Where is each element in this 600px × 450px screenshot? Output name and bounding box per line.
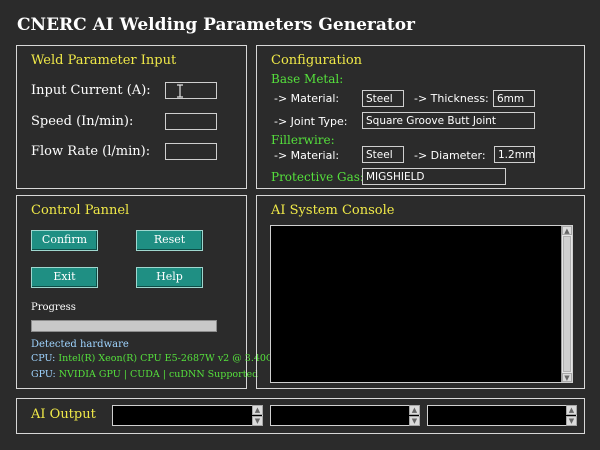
gpu-value: NVIDIA GPU | CUDA | cuDNN Supported bbox=[58, 369, 259, 380]
control-panel-title: Control Pannel bbox=[31, 203, 130, 218]
arrow-down-icon[interactable]: ▼ bbox=[252, 416, 263, 426]
arrow-up-icon[interactable]: ▲ bbox=[566, 405, 577, 415]
ai-output-field-2[interactable] bbox=[270, 405, 420, 426]
console-panel-title: AI System Console bbox=[271, 203, 395, 218]
help-button[interactable]: Help bbox=[136, 267, 203, 288]
ai-output-spinner-2[interactable]: ▲ ▼ bbox=[409, 405, 420, 426]
input-current-label: Input Current (A): bbox=[31, 83, 151, 98]
configuration-panel-title: Configuration bbox=[271, 53, 363, 68]
arrow-up-icon[interactable]: ▲ bbox=[252, 405, 263, 415]
input-current-field[interactable] bbox=[165, 82, 217, 99]
thickness-label: -> Thickness: bbox=[414, 92, 489, 105]
speed-field[interactable] bbox=[165, 113, 217, 130]
material-label: -> Material: bbox=[274, 92, 340, 105]
progress-label: Progress bbox=[31, 302, 76, 313]
material-field[interactable]: Steel bbox=[362, 90, 404, 107]
ai-output-field-1[interactable] bbox=[112, 405, 263, 426]
cpu-value: Intel(R) Xeon(R) CPU E5-2687W v2 @ 3.40G… bbox=[58, 353, 287, 364]
arrow-down-icon[interactable]: ▼ bbox=[562, 373, 572, 382]
console-output[interactable] bbox=[270, 225, 573, 383]
arrow-up-icon[interactable]: ▲ bbox=[409, 405, 420, 415]
joint-type-field[interactable]: Square Groove Butt Joint bbox=[362, 112, 535, 129]
flow-rate-field[interactable] bbox=[165, 143, 217, 160]
ai-output-title: AI Output bbox=[31, 407, 96, 422]
speed-label: Speed (In/min): bbox=[31, 114, 134, 129]
ibeam-cursor-icon bbox=[175, 83, 185, 98]
flow-rate-label: Flow Rate (l/min): bbox=[31, 144, 151, 159]
filler-material-label: -> Material: bbox=[274, 149, 340, 162]
diameter-field[interactable]: 1.2mm bbox=[494, 146, 535, 163]
reset-button[interactable]: Reset bbox=[136, 230, 203, 251]
console-scrollbar[interactable]: ▲ ▼ bbox=[561, 226, 572, 382]
confirm-button[interactable]: Confirm bbox=[31, 230, 98, 251]
arrow-down-icon[interactable]: ▼ bbox=[566, 416, 577, 426]
exit-button[interactable]: Exit bbox=[31, 267, 98, 288]
cpu-row: CPU: Intel(R) Xeon(R) CPU E5-2687W v2 @ … bbox=[31, 353, 287, 364]
ai-output-field-3[interactable] bbox=[427, 405, 577, 426]
weld-parameter-panel-title: Weld Parameter Input bbox=[31, 53, 177, 68]
arrow-up-icon[interactable]: ▲ bbox=[562, 226, 572, 235]
diameter-label: -> Diameter: bbox=[414, 149, 486, 162]
ai-output-spinner-3[interactable]: ▲ ▼ bbox=[566, 405, 577, 426]
app-title: CNERC AI Welding Parameters Generator bbox=[17, 15, 416, 35]
joint-type-label: -> Joint Type: bbox=[274, 115, 348, 128]
fillerwire-label: Fillerwire: bbox=[271, 133, 335, 147]
progress-bar bbox=[31, 320, 217, 332]
cpu-label: CPU: bbox=[31, 353, 56, 364]
ai-output-spinner-1[interactable]: ▲ ▼ bbox=[252, 405, 263, 426]
detected-hardware-label: Detected hardware bbox=[31, 339, 129, 350]
protective-gas-field[interactable]: MIGSHIELD bbox=[362, 168, 506, 185]
gpu-label: GPU: bbox=[31, 369, 56, 380]
gpu-row: GPU: NVIDIA GPU | CUDA | cuDNN Supported bbox=[31, 369, 258, 380]
scrollbar-thumb[interactable] bbox=[563, 236, 571, 372]
arrow-down-icon[interactable]: ▼ bbox=[409, 416, 420, 426]
filler-material-field[interactable]: Steel bbox=[362, 146, 404, 163]
base-metal-label: Base Metal: bbox=[271, 72, 344, 86]
thickness-field[interactable]: 6mm bbox=[493, 90, 535, 107]
protective-gas-label: Protective Gas: bbox=[271, 170, 364, 184]
